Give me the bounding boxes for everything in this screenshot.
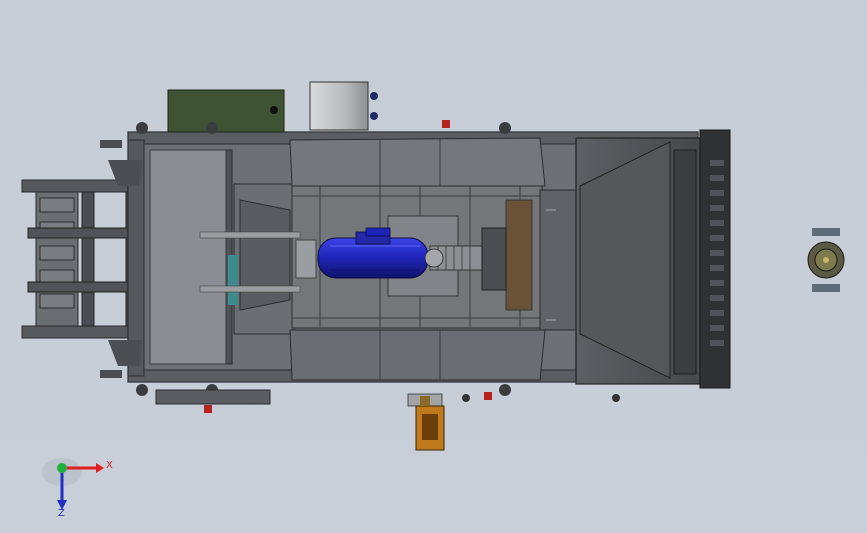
valve-assembly[interactable] [807, 228, 845, 292]
coordinate-triad: X Z [42, 458, 113, 519]
x-axis-label: X [106, 460, 113, 471]
machine-assembly-model[interactable] [0, 0, 867, 533]
x-axis-head [96, 463, 104, 473]
junction-box[interactable] [407, 393, 445, 451]
drive-enclosure[interactable] [309, 81, 378, 131]
hopper[interactable] [575, 137, 703, 385]
cad-viewport[interactable]: X Z [0, 0, 867, 533]
y-axis-dot [57, 463, 67, 473]
discharge-grate[interactable] [699, 129, 731, 389]
control-box[interactable] [167, 89, 285, 133]
z-axis-label: Z [58, 508, 65, 519]
